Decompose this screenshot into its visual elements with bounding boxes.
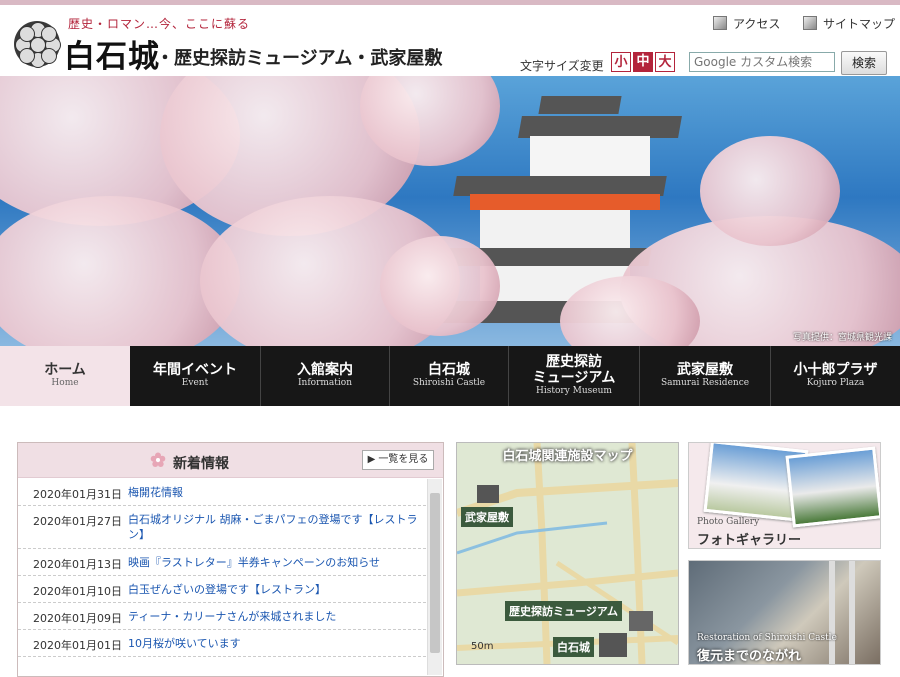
news-date: 2020年01月10日: [33, 585, 122, 598]
sitemap-label: サイトマップ: [823, 17, 896, 31]
nav-museum-label: 歴史探訪 ミュージアム: [532, 354, 616, 386]
nav-shiroishi-castle[interactable]: 白石城 Shiroishi Castle: [390, 346, 508, 406]
nav-samurai-residence[interactable]: 武家屋敷 Samurai Residence: [640, 346, 770, 406]
news-link[interactable]: 梅開花情報: [128, 485, 418, 500]
nav-information[interactable]: 入館案内 Information: [261, 346, 389, 406]
view-all-news-button[interactable]: ▶ 一覧を見る: [362, 450, 434, 470]
nav-information-sublabel: Information: [297, 378, 352, 388]
nav-history-museum[interactable]: 歴史探訪 ミュージアム History Museum: [509, 346, 639, 406]
nav-castle-label: 白石城: [428, 362, 470, 378]
cube-icon: [713, 16, 727, 30]
search-button[interactable]: 検索: [841, 51, 887, 75]
nav-home-label: ホーム: [44, 362, 86, 378]
nav-kojuro-plaza[interactable]: 小十郎プラザ Kojuro Plaza: [771, 346, 900, 406]
restoration-jp-label: 復元までのながれ: [697, 649, 802, 664]
news-item: 2020年01月01日 10月桜が咲いています: [18, 630, 426, 657]
restoration-banner[interactable]: Restoration of Shiroishi Castle 復元までのながれ: [688, 560, 881, 665]
news-link[interactable]: 映画『ラストレター』半券キャンペーンのお知らせ: [128, 555, 418, 570]
cube-icon: [803, 16, 817, 30]
news-item: 2020年01月09日 ティーナ・カリーナさんが来城されました: [18, 603, 426, 630]
news-date: 2020年01月13日: [33, 558, 122, 571]
sitemap-link[interactable]: サイトマップ: [803, 15, 895, 32]
news-item: 2020年01月13日 映画『ラストレター』半券キャンペーンのお知らせ: [18, 549, 426, 576]
castle-balcony: [470, 194, 660, 210]
map-label-history-museum[interactable]: 歴史探訪ミュージアム: [505, 601, 623, 621]
news-link[interactable]: 白石城オリジナル 胡麻・ごまパフェの登場です【レストラン】: [128, 512, 418, 542]
news-header: 新着情報 ▶ 一覧を見る: [18, 443, 443, 478]
access-link[interactable]: アクセス: [713, 15, 780, 32]
font-size-label: 文字サイズ変更: [520, 59, 604, 73]
photo-credit: 写真提供：宮城県観光課: [792, 333, 892, 343]
nav-castle-sublabel: Shiroishi Castle: [412, 378, 486, 388]
nav-samurai-label: 武家屋敷: [677, 362, 733, 378]
news-date: 2020年01月31日: [33, 488, 122, 501]
nav-event-sublabel: Event: [181, 378, 209, 388]
news-panel: 新着情報 ▶ 一覧を見る 2020年01月31日 梅開花情報 2020年01月2…: [17, 442, 444, 677]
nav-event-label: 年間イベント: [153, 362, 237, 378]
search-input[interactable]: [689, 52, 835, 72]
news-scrollbar[interactable]: [427, 479, 442, 675]
map-label-shiroishi-castle[interactable]: 白石城: [553, 637, 594, 657]
news-date: 2020年01月01日: [33, 639, 122, 652]
nav-kojuro-sublabel: Kojuro Plaza: [806, 378, 865, 388]
news-item: 2020年01月10日 白玉ぜんざいの登場です【レストラン】: [18, 576, 426, 603]
restoration-en-label: Restoration of Shiroishi Castle: [697, 633, 837, 643]
hero-castle-photo: 写真提供：宮城県観光課: [0, 76, 900, 346]
main-navigation: ホーム Home 年間イベント Event 入館案内 Information 白…: [0, 346, 900, 406]
news-link[interactable]: 10月桜が咲いています: [128, 636, 418, 651]
nav-event[interactable]: 年間イベント Event: [130, 346, 260, 406]
nav-information-label: 入館案内: [297, 362, 353, 378]
facility-map[interactable]: 白石城関連施設マップ 武家屋敷 歴史探訪ミュージアム 白石城 50m: [456, 442, 679, 665]
samurai-house-icon: [477, 485, 499, 503]
family-crest-logo[interactable]: [14, 21, 61, 68]
access-label: アクセス: [733, 17, 781, 31]
news-list: 2020年01月31日 梅開花情報 2020年01月27日 白石城オリジナル 胡…: [18, 479, 426, 657]
news-date: 2020年01月27日: [33, 515, 122, 528]
museum-building-icon: [629, 611, 653, 631]
nav-samurai-sublabel: Samurai Residence: [660, 378, 750, 388]
font-size-large-button[interactable]: 大: [655, 52, 675, 72]
news-date: 2020年01月09日: [33, 612, 122, 625]
cherry-blossom-icon: [150, 452, 166, 467]
font-size-medium-button[interactable]: 中: [633, 52, 653, 72]
nav-kojuro-label: 小十郎プラザ: [793, 362, 878, 378]
font-size-small-button[interactable]: 小: [611, 52, 631, 72]
site-header: 歴史・ロマン…今、ここに蘇る 白石城 ・歴史探訪ミュージアム・武家屋敷 アクセス…: [0, 5, 900, 76]
map-title: 白石城関連施設マップ: [502, 449, 633, 464]
gallery-en-label: Photo Gallery: [697, 517, 760, 527]
news-title: 新着情報: [173, 456, 229, 472]
content-area: 新着情報 ▶ 一覧を見る 2020年01月31日 梅開花情報 2020年01月2…: [0, 406, 900, 677]
nav-home-sublabel: Home: [51, 378, 79, 388]
nav-home[interactable]: ホーム Home: [0, 346, 130, 406]
site-subtitle: ・歴史探訪ミュージアム・武家屋敷: [156, 48, 443, 69]
map-label-samurai-residence[interactable]: 武家屋敷: [461, 507, 513, 527]
map-scale: 50m: [471, 641, 494, 652]
photo-gallery-banner[interactable]: Photo Gallery フォトギャラリー: [688, 442, 881, 549]
news-link[interactable]: ティーナ・カリーナさんが来城されました: [128, 609, 418, 624]
site-tagline: 歴史・ロマン…今、ここに蘇る: [68, 17, 251, 31]
gallery-jp-label: フォトギャラリー: [697, 533, 802, 548]
site-brand[interactable]: 白石城: [64, 31, 160, 76]
news-item: 2020年01月31日 梅開花情報: [18, 479, 426, 506]
castle-icon: [599, 633, 627, 657]
nav-museum-sublabel: History Museum: [536, 386, 612, 396]
news-scroll-thumb[interactable]: [430, 493, 440, 653]
gallery-photo-2: [785, 446, 880, 528]
news-item: 2020年01月27日 白石城オリジナル 胡麻・ごまパフェの登場です【レストラン…: [18, 506, 426, 549]
news-link[interactable]: 白玉ぜんざいの登場です【レストラン】: [128, 582, 418, 597]
